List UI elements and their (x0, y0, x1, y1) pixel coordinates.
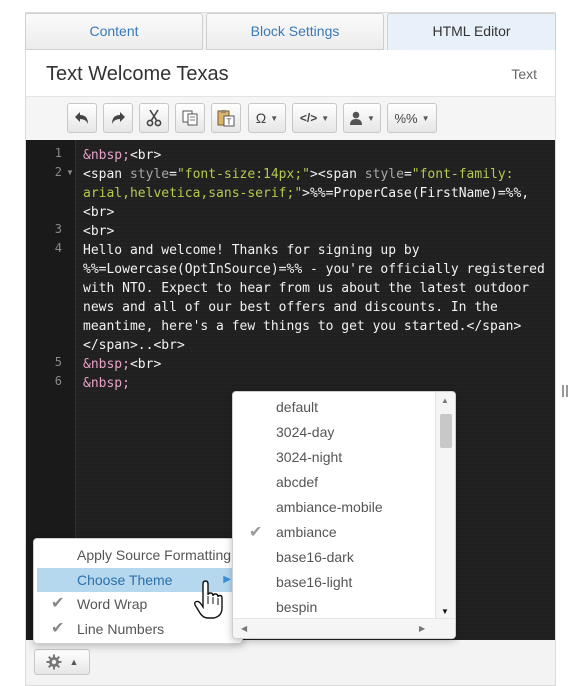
copy-button[interactable] (175, 103, 205, 133)
user-icon (350, 111, 363, 125)
scroll-down-icon[interactable]: ▼ (441, 607, 449, 616)
percent-icon: %% (394, 110, 418, 126)
checkmark-icon: ✔ (51, 620, 65, 637)
horizontal-scrollbar[interactable]: ◀ ▶ (233, 618, 455, 638)
theme-option[interactable]: base16-light (233, 570, 433, 595)
line-number: 3 (54, 222, 62, 236)
scroll-up-icon[interactable]: ▲ (441, 396, 449, 405)
block-header: Text Welcome Texas Text (26, 50, 555, 96)
tab-html-editor[interactable]: HTML Editor (387, 13, 556, 51)
menu-item-apply-source-formatting[interactable]: Apply Source Formatting (37, 543, 241, 567)
gear-icon (46, 654, 62, 670)
theme-option[interactable]: 3024-day (233, 420, 433, 445)
page-title: Text Welcome Texas (46, 63, 229, 85)
line-number: 5 (54, 355, 62, 369)
chevron-down-icon: ▼ (270, 113, 279, 123)
omega-icon: Ω (255, 110, 267, 126)
checkmark-icon: ✔ (51, 595, 65, 612)
source-code-button[interactable]: </> ▼ (292, 103, 337, 133)
code-icon: </> (299, 111, 318, 125)
scroll-left-icon[interactable]: ◀ (241, 624, 247, 633)
block-type-label: Text (511, 66, 537, 82)
theme-option-selected[interactable]: ✔ ambiance (233, 520, 433, 545)
cut-button[interactable] (139, 103, 169, 133)
personalization-string-button[interactable]: %% ▼ (387, 103, 437, 133)
paste-text-button[interactable]: T (211, 103, 241, 133)
code-line[interactable]: <br> (83, 222, 553, 241)
undo-button[interactable] (67, 103, 97, 133)
personalization-button[interactable]: ▼ (343, 103, 381, 133)
theme-option[interactable]: ambiance-mobile (233, 495, 433, 520)
line-number: 1 (54, 146, 62, 160)
editor-toolbar: T Ω ▼ </> ▼ ▼ %% ▼ (26, 96, 555, 140)
tab-block-settings[interactable]: Block Settings (206, 13, 384, 50)
paste-text-icon: T (217, 110, 235, 127)
undo-icon (75, 112, 88, 124)
line-number: 4 (54, 241, 62, 255)
tab-content[interactable]: Content (25, 13, 203, 50)
theme-submenu: default 3024-day 3024-night abcdef ambia… (232, 391, 456, 639)
theme-option[interactable]: 3024-night (233, 445, 433, 470)
redo-button[interactable] (103, 103, 133, 133)
code-line[interactable]: <span style="font-size:14px;"><span styl… (83, 165, 553, 222)
code-line[interactable]: &nbsp;<br> (83, 146, 553, 165)
special-char-button[interactable]: Ω ▼ (248, 103, 286, 133)
chevron-down-icon: ▼ (321, 113, 330, 123)
chevron-down-icon: ▼ (421, 113, 430, 123)
scrollbar-thumb[interactable] (440, 414, 452, 448)
theme-option[interactable]: base16-dark (233, 545, 433, 570)
line-number: 6 (54, 374, 62, 388)
theme-option[interactable]: abcdef (233, 470, 433, 495)
scissors-icon (146, 109, 162, 127)
tab-bar: Content Block Settings HTML Editor (25, 13, 556, 51)
redo-icon (112, 112, 125, 124)
chevron-down-icon: ▼ (367, 113, 375, 123)
theme-option[interactable]: default (233, 395, 433, 420)
hand-pointer-icon (194, 580, 223, 619)
theme-option[interactable]: bespin (233, 595, 433, 620)
settings-menu-button[interactable]: ▲ (34, 649, 90, 675)
copy-icon (182, 110, 198, 126)
code-line[interactable]: Hello and welcome! Thanks for signing up… (83, 241, 553, 355)
vertical-scrollbar[interactable]: ▲ ▼ (435, 392, 455, 620)
checkmark-icon: ✔ (249, 524, 263, 541)
code-line[interactable]: &nbsp;<br> (83, 355, 553, 374)
editor-footer: ▲ (26, 640, 555, 684)
scroll-right-icon[interactable]: ▶ (419, 624, 425, 633)
submenu-arrow-icon: ▶ (223, 574, 231, 585)
caret-up-icon: ▲ (69, 657, 79, 667)
code-content[interactable]: &nbsp;<br> <span style="font-size:14px;">… (83, 146, 553, 393)
line-number: 2 (54, 165, 62, 179)
resize-handle[interactable] (562, 385, 568, 397)
svg-text:T: T (227, 118, 232, 127)
fold-arrow-icon[interactable]: ▼ (66, 168, 74, 177)
menu-item-line-numbers[interactable]: ✔ Line Numbers (37, 617, 241, 641)
